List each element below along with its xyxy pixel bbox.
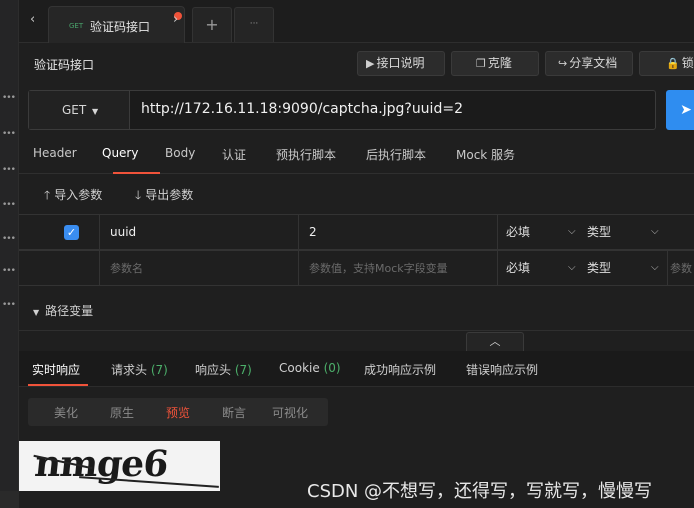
type-select[interactable]: 类型 ⌵ <box>577 251 667 285</box>
tab-header[interactable]: Header <box>33 146 77 160</box>
tab-title: 验证码接口 <box>90 20 151 34</box>
copy-icon: ❐ <box>476 57 486 70</box>
tab-pre-script[interactable]: 预执行脚本 <box>276 146 336 163</box>
arrow-down-icon: 🡓 <box>135 188 142 202</box>
type-select[interactable]: 类型 ⌵ <box>577 215 667 249</box>
tab-post-script[interactable]: 后执行脚本 <box>366 146 426 163</box>
api-title: 验证码接口 <box>34 58 95 72</box>
param-desc-input[interactable]: 参数 <box>667 251 694 285</box>
caret-down-icon: ▼ <box>33 308 40 317</box>
params-toolbar: 🡑 导入参数 🡓 导出参数 <box>19 174 694 214</box>
tab-realtime-response[interactable]: 实时响应 <box>32 361 80 378</box>
view-visualize[interactable]: 可视化 <box>272 404 308 421</box>
view-assert[interactable]: 断言 <box>222 404 246 421</box>
tab-auth[interactable]: 认证 <box>222 146 246 163</box>
tab-method-badge: GET <box>69 22 84 30</box>
more-icon[interactable]: ••• <box>2 93 16 103</box>
captcha-image: nmge6 <box>19 441 220 491</box>
param-name-input[interactable]: 参数名 <box>99 251 298 285</box>
view-mode-toggle: 美化 原生 预览 断言 可视化 <box>28 398 328 426</box>
table-row: ✓ uuid 2 必填 ⌵ 类型 ⌵ <box>19 214 694 250</box>
tab-bar: ‹ GET 验证码接口 › + ··· <box>19 0 694 43</box>
path-variables-toggle[interactable]: ▼ 路径变量 <box>33 302 93 319</box>
clone-button[interactable]: ❐ 克隆 <box>451 51 539 76</box>
param-value-input[interactable]: 参数值，支持Mock字段变量 <box>298 251 497 285</box>
method-select[interactable]: GET ▼ <box>29 91 130 129</box>
view-raw[interactable]: 原生 <box>110 404 134 421</box>
param-enabled-checkbox[interactable]: ✓ <box>64 225 79 240</box>
query-params-table: ✓ uuid 2 必填 ⌵ 类型 ⌵ 参数名 参数值，支持Mock字段变量 必填… <box>19 214 694 286</box>
param-name-cell[interactable]: uuid <box>99 215 298 249</box>
more-icon[interactable]: ••• <box>2 200 16 210</box>
caret-down-icon: ▼ <box>92 107 99 116</box>
play-icon: ▶ <box>366 57 375 70</box>
chevron-down-icon: ⌵ <box>568 262 576 273</box>
share-doc-button[interactable]: ↪ 分享文档 <box>545 51 633 76</box>
collapse-panel-button[interactable]: ︿ <box>466 332 524 352</box>
lock-icon: 🔒 <box>666 57 680 70</box>
tab-request-headers[interactable]: 请求头 (7) <box>111 361 168 378</box>
url-bar: GET ▼ http://172.16.11.18:9090/captcha.j… <box>28 90 656 130</box>
chevron-down-icon: ⌵ <box>651 226 659 237</box>
response-tabs: 实时响应 请求头 (7) 响应头 (7) Cookie (0) 成功响应示例 错… <box>19 351 694 387</box>
tab-scroll-right-icon[interactable]: › <box>173 12 178 27</box>
tab-success-example[interactable]: 成功响应示例 <box>364 361 436 378</box>
left-sidebar-strip: ••• ••• ••• ••• ••• ••• ••• <box>0 0 19 508</box>
chevron-down-icon: ⌵ <box>568 226 576 237</box>
chevron-down-icon: ⌵ <box>651 262 659 273</box>
param-value-cell[interactable]: 2 <box>298 215 497 249</box>
share-icon: ↪ <box>558 57 568 70</box>
required-select[interactable]: 必填 ⌵ <box>497 251 577 285</box>
api-doc-button[interactable]: ▶ 接口说明 <box>357 51 445 76</box>
tab-error-example[interactable]: 错误响应示例 <box>466 361 538 378</box>
request-tabs: Header Query Body 认证 预执行脚本 后执行脚本 Mock 服务 <box>19 138 694 174</box>
more-icon[interactable]: ••• <box>2 266 16 276</box>
tab-scroll-left-icon[interactable]: ‹ <box>30 12 35 27</box>
active-tab-indicator <box>28 384 88 386</box>
tab-response-headers[interactable]: 响应头 (7) <box>195 361 252 378</box>
send-icon: ➤ <box>680 102 692 118</box>
tab-more-button[interactable]: ··· <box>234 7 274 42</box>
import-params-button[interactable]: 🡑 导入参数 <box>44 186 102 207</box>
table-row: 参数名 参数值，支持Mock字段变量 必填 ⌵ 类型 ⌵ 参数 <box>19 250 694 286</box>
arrow-up-icon: 🡑 <box>44 188 51 202</box>
required-select[interactable]: 必填 ⌵ <box>497 215 577 249</box>
more-icon[interactable]: ••• <box>2 300 16 310</box>
lock-button[interactable]: 🔒锁定 <box>639 51 694 76</box>
more-icon[interactable]: ••• <box>2 165 16 175</box>
url-input[interactable]: http://172.16.11.18:9090/captcha.jpg?uui… <box>141 101 463 117</box>
chevron-up-icon: ︿ <box>489 335 501 348</box>
export-params-button[interactable]: 🡓 导出参数 <box>135 186 193 207</box>
watermark: CSDN @不想写，还得写，写就写，慢慢写 <box>307 481 653 502</box>
view-beautify[interactable]: 美化 <box>54 404 78 421</box>
bottom-strip <box>0 491 19 508</box>
more-icon[interactable]: ••• <box>2 129 16 139</box>
more-icon[interactable]: ••• <box>2 234 16 244</box>
divider <box>19 330 694 331</box>
tab-body[interactable]: Body <box>165 146 195 160</box>
tab-query[interactable]: Query <box>102 146 138 160</box>
tab-cookie[interactable]: Cookie (0) <box>279 361 341 375</box>
send-button[interactable]: ➤ <box>666 90 694 130</box>
tab-captcha-api[interactable]: GET 验证码接口 <box>48 6 185 43</box>
view-preview[interactable]: 预览 <box>166 404 190 421</box>
add-tab-button[interactable]: + <box>192 7 232 42</box>
tab-mock[interactable]: Mock 服务 <box>456 146 515 163</box>
